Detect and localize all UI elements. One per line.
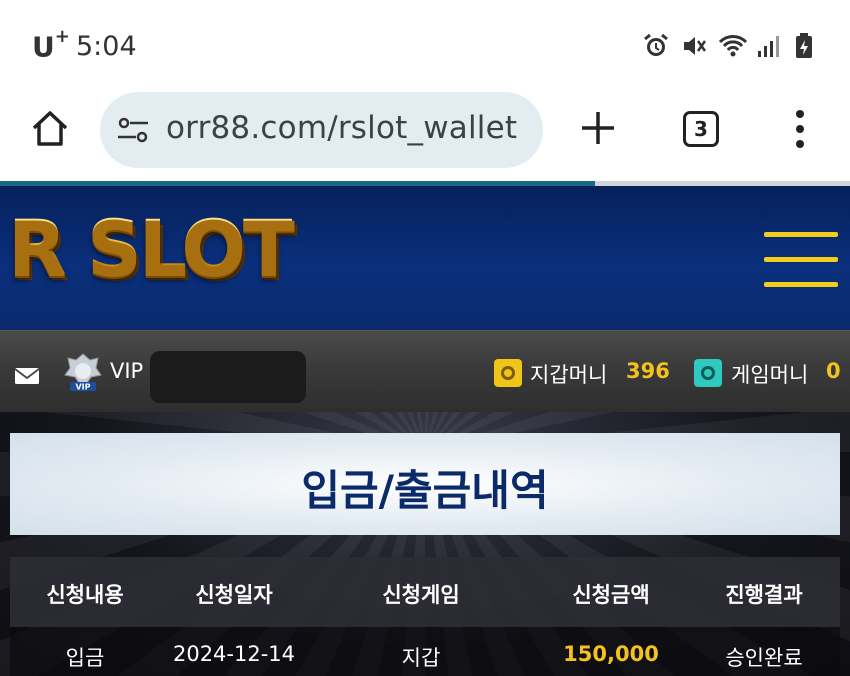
status-bar: U+ 5:04 xyxy=(0,0,850,92)
game-money-value: 0 xyxy=(826,359,841,383)
battery-icon xyxy=(794,32,822,60)
home-icon xyxy=(32,111,68,146)
menu-line xyxy=(764,257,838,262)
plus-icon xyxy=(582,112,614,144)
cell-amount: 150,000 xyxy=(563,642,659,666)
svg-text:VIP: VIP xyxy=(75,383,90,392)
new-tab-button[interactable] xyxy=(578,108,618,148)
history-table-header: 신청내용 신청일자 신청게임 신청금액 진행결과 xyxy=(10,557,840,627)
wifi-icon xyxy=(718,32,748,60)
carrier-label: U+ xyxy=(32,26,70,64)
url-text[interactable]: orr88.com/rslot_wallet xyxy=(166,110,517,146)
hamburger-menu-button[interactable] xyxy=(764,232,838,287)
signal-icon xyxy=(756,32,784,60)
wallet-safe-icon xyxy=(494,359,522,387)
user-info-bar: VIP VIP H 지갑머니 396 게임머니 0 xyxy=(0,330,850,412)
redacted-username xyxy=(150,351,306,403)
column-header-amount: 신청금액 xyxy=(572,583,650,607)
cell-status: 승인완료 xyxy=(725,646,803,670)
status-clock: 5:04 xyxy=(76,31,137,62)
browser-toolbar: orr88.com/rslot_wallet 3 xyxy=(0,92,850,182)
column-header-date: 신청일자 xyxy=(195,583,273,607)
status-icons xyxy=(642,32,822,60)
alarm-icon xyxy=(642,32,670,60)
mail-icon[interactable] xyxy=(14,367,40,385)
home-button[interactable] xyxy=(28,106,72,150)
cell-game: 지갑 xyxy=(401,646,441,670)
menu-line xyxy=(764,232,838,237)
column-header-game: 신청게임 xyxy=(382,583,460,607)
site-logo[interactable]: R SLOT xyxy=(8,210,295,286)
table-row[interactable]: 입금 2024-12-14 지갑 150,000 승인완료 xyxy=(10,627,840,676)
column-header-type: 신청내용 xyxy=(46,583,124,607)
site-header: R SLOT R SLOT xyxy=(0,186,850,330)
cell-date: 2024-12-14 xyxy=(172,642,296,666)
more-vert-icon xyxy=(796,110,804,148)
menu-line xyxy=(764,282,838,287)
page-title: 입금/출금내역 xyxy=(301,466,549,515)
column-header-status: 진행결과 xyxy=(725,583,803,607)
tab-switcher-button[interactable]: 3 xyxy=(683,111,719,147)
browser-menu-button[interactable] xyxy=(790,108,810,150)
mute-icon xyxy=(680,32,708,60)
cell-type: 입금 xyxy=(65,646,105,670)
page-title-box: 입금/출금내역 xyxy=(10,433,840,535)
game-money-label: 게임머니 xyxy=(731,363,809,387)
address-bar[interactable]: orr88.com/rslot_wallet xyxy=(100,92,543,168)
vip-badge-icon: VIP xyxy=(62,351,104,393)
game-safe-icon xyxy=(694,359,722,387)
wallet-money-label: 지갑머니 xyxy=(530,363,608,387)
wallet-money-value: 396 xyxy=(626,359,670,383)
site-settings-icon[interactable] xyxy=(116,116,150,144)
